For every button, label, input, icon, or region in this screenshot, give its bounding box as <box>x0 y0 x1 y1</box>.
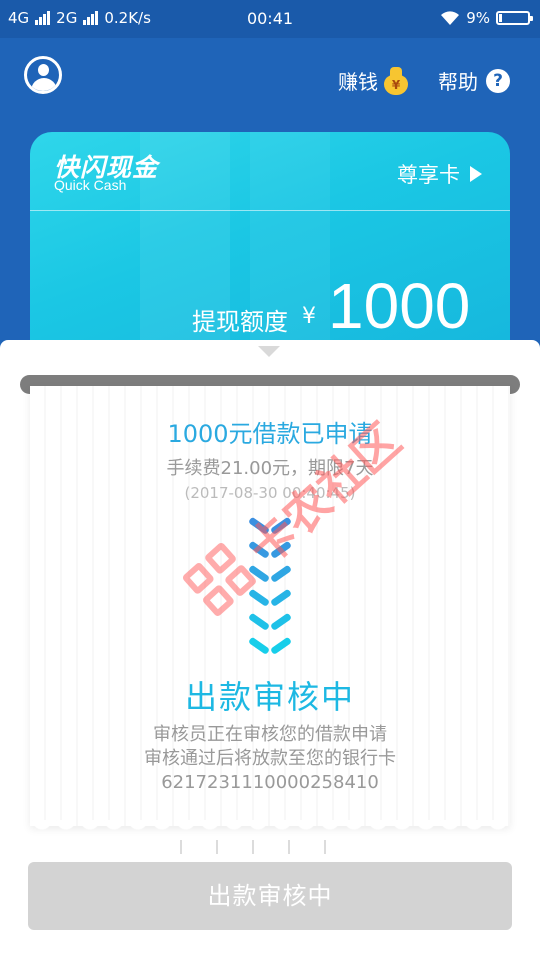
vip-card-link[interactable]: 尊享卡 <box>397 159 482 189</box>
review-desc-line2: 审核通过后将放款至您的银行卡 <box>144 748 396 769</box>
chevron-down-icon <box>250 636 290 658</box>
triangle-pointer-icon <box>258 346 280 357</box>
help-icon: ? <box>486 68 510 93</box>
help-label: 帮助 <box>438 70 478 94</box>
loan-status-sheet: 1000元借款已申请 手续费21.00元，期限7天 (2017-08-30 00… <box>0 340 540 960</box>
receipt-dashes <box>180 840 360 854</box>
progress-chevrons-icon <box>248 516 292 660</box>
quota-currency: ¥ <box>302 304 316 329</box>
quick-cash-card: 快闪现金 Quick Cash 尊享卡 提现额度 ¥ 1000 <box>30 132 510 352</box>
quota-amount: 1000 <box>328 270 471 342</box>
earn-money-button[interactable]: 赚钱 ¥ <box>338 66 408 95</box>
money-bag-icon: ¥ <box>384 66 408 95</box>
vip-card-label: 尊享卡 <box>397 163 460 187</box>
receipt-torn-edge <box>30 820 510 834</box>
fee-term-text: 手续费21.00元，期限7天 <box>166 458 374 479</box>
battery-percent: 9% <box>466 9 490 27</box>
bank-card-number: 6217231110000258410 <box>161 772 379 793</box>
chevron-down-icon <box>250 588 290 610</box>
chevron-down-icon <box>250 540 290 562</box>
review-description: 审核员正在审核您的借款申请 审核通过后将放款至您的银行卡 62172311100… <box>0 723 540 795</box>
earn-money-label: 赚钱 <box>338 70 378 94</box>
brand-logo-en: Quick Cash <box>54 177 127 193</box>
app-header: 赚钱 ¥ 帮助 ? <box>0 38 540 120</box>
battery-icon <box>496 11 533 25</box>
wifi-icon <box>441 11 460 25</box>
play-arrow-icon <box>470 166 482 182</box>
chevron-down-icon <box>250 564 290 586</box>
card-divider <box>30 210 510 211</box>
status-right: 9% <box>440 9 533 27</box>
status-bar: 4G 2G 0.2K/s 00:41 9% <box>0 0 540 38</box>
review-desc-line1: 审核员正在审核您的借款申请 <box>153 724 387 745</box>
quota-label: 提现额度 <box>192 308 288 336</box>
user-avatar-icon[interactable] <box>24 56 62 94</box>
review-status-title: 出款审核中 <box>184 678 355 716</box>
chevron-down-icon <box>250 516 290 538</box>
apply-timestamp: (2017-08-30 00:40:45) <box>184 484 356 502</box>
review-status-button[interactable]: 出款审核中 <box>28 862 512 930</box>
chevron-down-icon <box>250 612 290 634</box>
help-button[interactable]: 帮助 ? <box>438 66 510 95</box>
loan-applied-title: 1000元借款已申请 <box>167 420 373 448</box>
